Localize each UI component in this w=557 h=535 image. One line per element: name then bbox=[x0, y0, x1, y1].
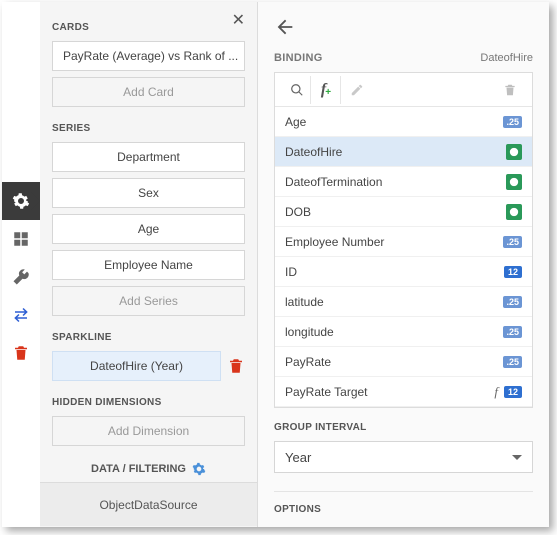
swap-icon bbox=[12, 306, 30, 324]
decimal-badge: .25 bbox=[503, 356, 522, 368]
series-item[interactable]: Sex bbox=[52, 178, 245, 208]
group-interval-section: GROUP INTERVAL Year bbox=[274, 422, 533, 473]
field-row[interactable]: PayRate .25 bbox=[275, 347, 532, 377]
datetime-badge-icon bbox=[506, 204, 522, 220]
datetime-badge-icon bbox=[506, 144, 522, 160]
add-calculated-field-button[interactable]: f+ bbox=[313, 76, 341, 104]
options-header: OPTIONS bbox=[274, 491, 533, 515]
gear-icon bbox=[192, 462, 206, 476]
search-button[interactable] bbox=[283, 76, 311, 104]
chevron-down-icon bbox=[512, 455, 522, 465]
data-filtering-label: DATA / FILTERING bbox=[91, 463, 186, 475]
series-item[interactable]: Employee Name bbox=[52, 250, 245, 280]
add-series-button[interactable]: Add Series bbox=[52, 286, 245, 316]
hidden-header: HIDDEN DIMENSIONS bbox=[52, 397, 245, 408]
series-item[interactable]: Age bbox=[52, 214, 245, 244]
field-name: Age bbox=[285, 115, 306, 129]
rail-settings[interactable] bbox=[2, 182, 40, 220]
field-name: ID bbox=[285, 265, 297, 279]
add-card-button[interactable]: Add Card bbox=[52, 77, 245, 107]
trash-icon bbox=[503, 83, 517, 97]
field-toolbar: f+ bbox=[275, 73, 532, 107]
field-name: DOB bbox=[285, 205, 311, 219]
left-panel: ✕ CARDS PayRate (Average) vs Rank of ...… bbox=[40, 2, 258, 527]
field-row[interactable]: Employee Number .25 bbox=[275, 227, 532, 257]
wrench-icon bbox=[12, 268, 30, 286]
field-list: f+ Age .25 DateofHire DateofTermination DOB E… bbox=[274, 72, 533, 408]
sparkline-header: SPARKLINE bbox=[52, 332, 245, 343]
card-item[interactable]: PayRate (Average) vs Rank of ... bbox=[52, 41, 245, 71]
fx-icon: f bbox=[494, 384, 498, 400]
pencil-icon bbox=[350, 83, 364, 97]
group-interval-select[interactable]: Year bbox=[274, 441, 533, 473]
right-panel: BINDING DateofHire f+ Age .25 DateofHire Da… bbox=[258, 2, 549, 527]
field-rows: Age .25 DateofHire DateofTermination DOB Empl… bbox=[275, 107, 532, 407]
field-row[interactable]: latitude .25 bbox=[275, 287, 532, 317]
datasource-item[interactable]: ObjectDataSource bbox=[40, 482, 257, 526]
decimal-badge: .25 bbox=[503, 236, 522, 248]
close-icon[interactable]: ✕ bbox=[232, 10, 245, 30]
rail-delete[interactable] bbox=[2, 334, 40, 372]
decimal-badge: .25 bbox=[503, 296, 522, 308]
field-name: latitude bbox=[285, 295, 324, 309]
rail-swap[interactable] bbox=[2, 296, 40, 334]
integer-badge: 12 bbox=[504, 266, 522, 278]
gear-icon bbox=[12, 192, 30, 210]
decimal-badge: .25 bbox=[503, 116, 522, 128]
field-row[interactable]: PayRate Target f 12 bbox=[275, 377, 532, 407]
field-row[interactable]: DateofTermination bbox=[275, 167, 532, 197]
trash-icon[interactable] bbox=[227, 357, 245, 375]
rail-wrench[interactable] bbox=[2, 258, 40, 296]
binding-header: BINDING DateofHire bbox=[274, 52, 533, 64]
field-row[interactable]: Age .25 bbox=[275, 107, 532, 137]
field-name: DateofHire bbox=[285, 145, 342, 159]
field-name: Employee Number bbox=[285, 235, 384, 249]
binding-label: BINDING bbox=[274, 52, 323, 64]
trash-icon bbox=[12, 344, 30, 362]
add-dimension-button[interactable]: Add Dimension bbox=[52, 416, 245, 446]
field-name: DateofTermination bbox=[285, 175, 382, 189]
search-icon bbox=[290, 83, 304, 97]
back-arrow-icon[interactable] bbox=[274, 16, 296, 38]
field-row[interactable]: ID 12 bbox=[275, 257, 532, 287]
delete-button[interactable] bbox=[496, 76, 524, 104]
cards-header: CARDS bbox=[52, 22, 245, 33]
series-item[interactable]: Department bbox=[52, 142, 245, 172]
group-interval-label: GROUP INTERVAL bbox=[274, 422, 533, 433]
data-filtering-header[interactable]: DATA / FILTERING bbox=[52, 462, 245, 476]
binding-value: DateofHire bbox=[480, 52, 533, 64]
sparkline-item[interactable]: DateofHire (Year) bbox=[52, 351, 221, 381]
icon-rail bbox=[2, 2, 40, 527]
field-name: longitude bbox=[285, 325, 334, 339]
rail-layout[interactable] bbox=[2, 220, 40, 258]
field-name: PayRate bbox=[285, 355, 331, 369]
field-row[interactable]: DateofHire bbox=[275, 137, 532, 167]
decimal-badge: .25 bbox=[503, 326, 522, 338]
integer-badge: 12 bbox=[504, 386, 522, 398]
field-row[interactable]: DOB bbox=[275, 197, 532, 227]
layout-icon bbox=[12, 230, 30, 248]
group-interval-value: Year bbox=[285, 450, 311, 465]
series-header: SERIES bbox=[52, 123, 245, 134]
field-name: PayRate Target bbox=[285, 385, 368, 399]
field-row[interactable]: longitude .25 bbox=[275, 317, 532, 347]
edit-button[interactable] bbox=[343, 76, 371, 104]
datetime-badge-icon bbox=[506, 174, 522, 190]
